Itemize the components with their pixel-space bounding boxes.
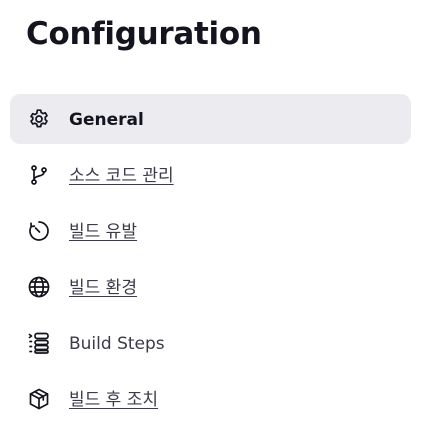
timer-icon	[27, 219, 51, 243]
sidebar-item-label: 빌드 후 조치	[69, 390, 159, 410]
sidebar-item-label: Build Steps	[69, 334, 165, 354]
branch-icon	[27, 163, 51, 187]
sidebar-item-build-triggers[interactable]: 빌드 유발	[10, 206, 411, 256]
sidebar-item-label: 빌드 유발	[69, 222, 137, 242]
sidebar-item-source-code-management[interactable]: 소스 코드 관리	[10, 150, 411, 200]
sidebar-item-general[interactable]: General	[10, 94, 411, 144]
sidebar-item-label: 빌드 환경	[69, 278, 137, 298]
sidebar-item-build-steps[interactable]: Build Steps	[10, 318, 411, 368]
gear-icon	[27, 107, 51, 131]
list-steps-icon	[27, 331, 51, 355]
sidebar-item-build-environment[interactable]: 빌드 환경	[10, 262, 411, 312]
sidebar-item-label: General	[69, 110, 144, 130]
sidebar-item-label: 소스 코드 관리	[69, 166, 174, 186]
package-icon	[27, 387, 51, 411]
globe-icon	[27, 275, 51, 299]
sidebar-nav: General 소스 코드 관리 빌드 유발 빌드 환경 Build Steps…	[10, 94, 411, 430]
sidebar-item-post-build-actions[interactable]: 빌드 후 조치	[10, 374, 411, 424]
page-title: Configuration	[26, 16, 262, 52]
